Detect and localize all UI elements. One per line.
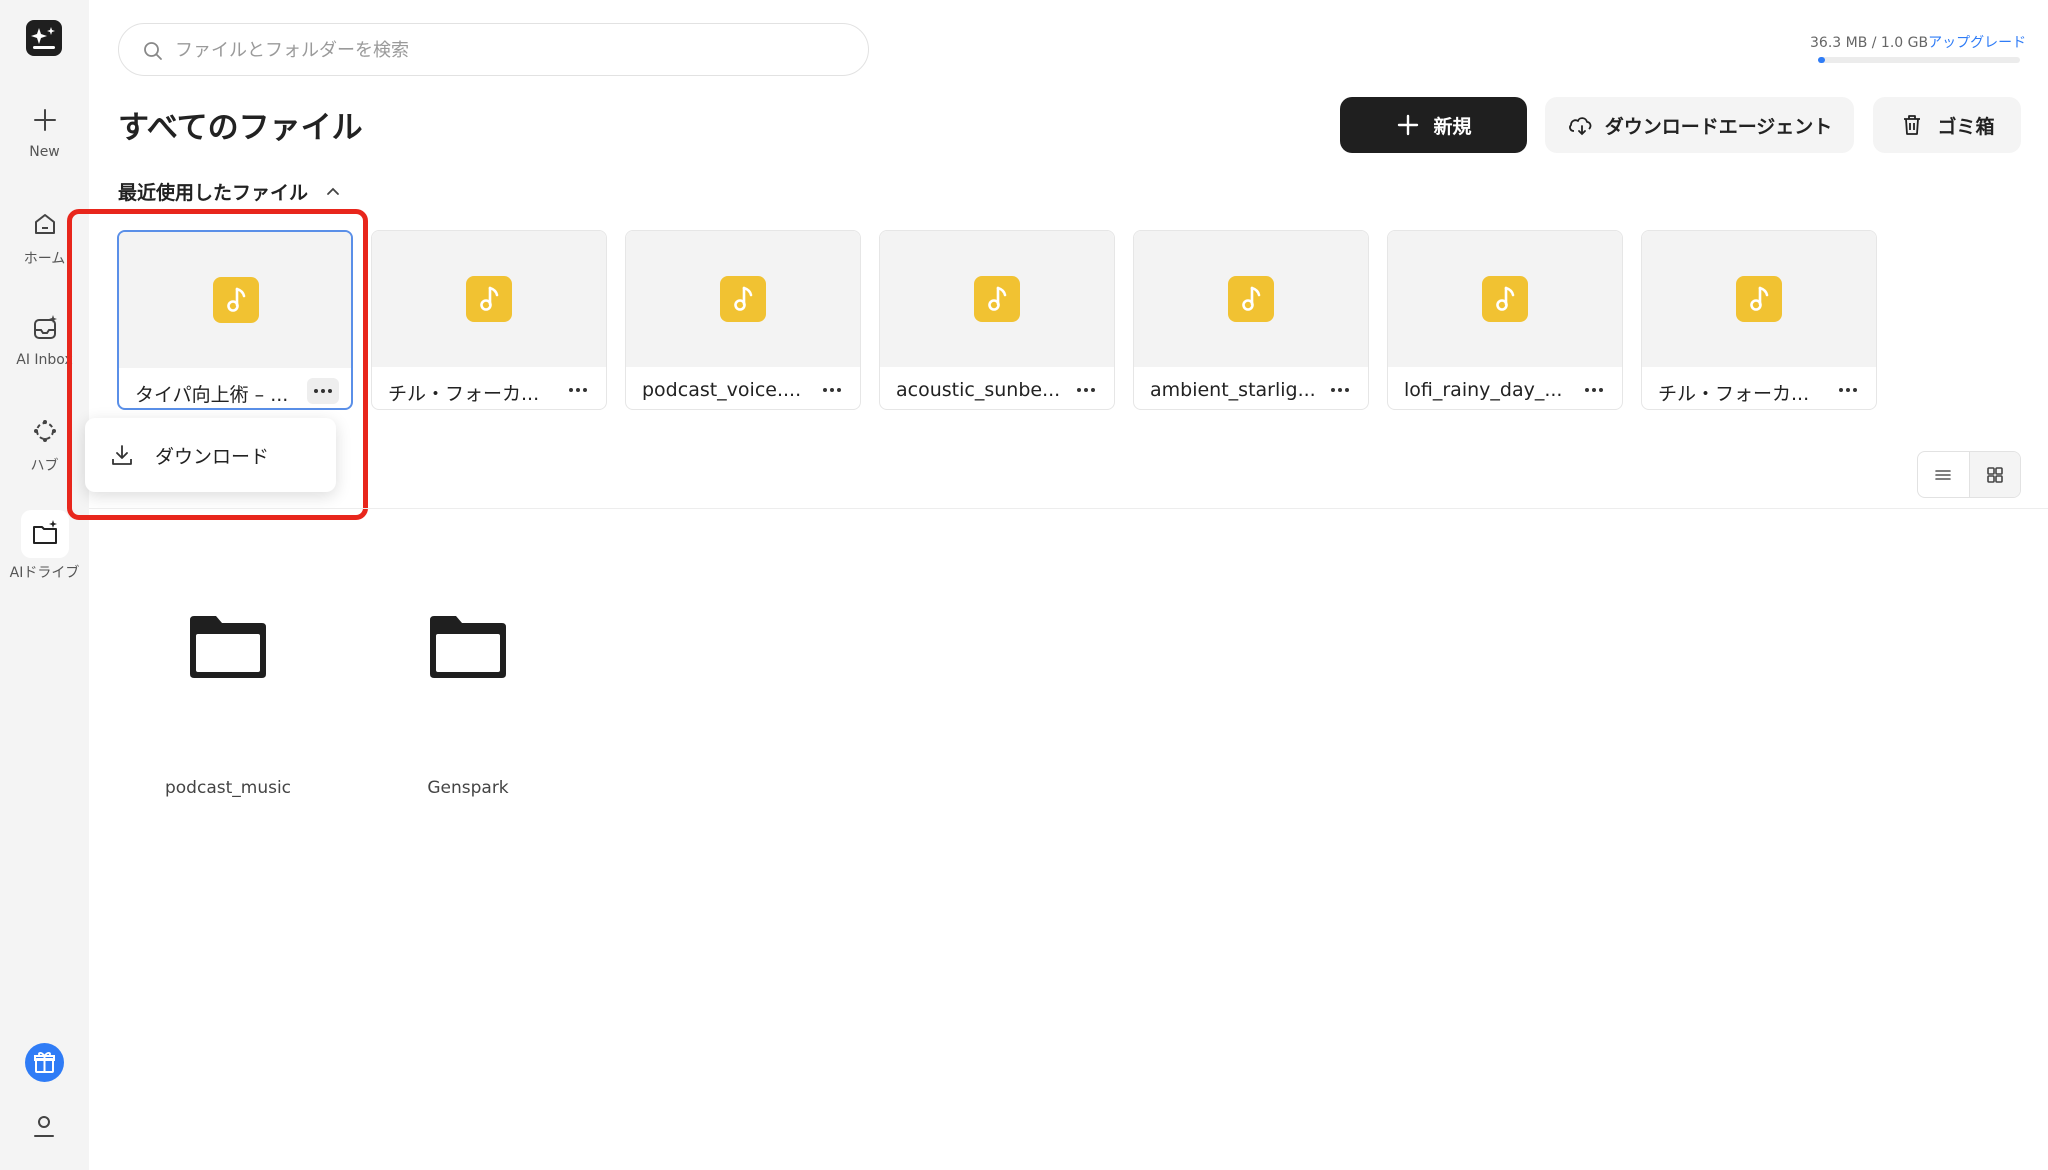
view-toggle [1917, 451, 2021, 498]
download-agent-label: ダウンロードエージェント [1604, 115, 1833, 138]
file-name: タイパ向上術 – ... [135, 384, 289, 406]
recent-file-card[interactable]: ambient_starlig... [1133, 230, 1369, 410]
recent-file-card[interactable]: タイパ向上術 – ... [117, 230, 353, 410]
chevron-up-icon [327, 187, 339, 195]
new-button[interactable]: 新規 [1340, 97, 1527, 153]
cloud-download-icon [1568, 117, 1592, 136]
more-options-button[interactable] [1832, 377, 1864, 403]
more-options-button[interactable] [1324, 377, 1356, 403]
recent-file-card[interactable]: チル・フォーカ... [371, 230, 607, 410]
page-title: すべてのファイル [118, 110, 363, 146]
sidebar-item-label: ハブ [30, 458, 59, 474]
ai-inbox-icon [33, 315, 57, 339]
hub-icon [33, 420, 56, 442]
list-view-icon [1935, 469, 1952, 480]
file-context-menu: ダウンロード [85, 418, 336, 492]
plus-icon [33, 109, 56, 131]
ai-drive-app: New ホーム AI Inbox ハブ AIドライブ ファイルとフォルダーを検索… [0, 0, 2048, 1170]
section-divider [89, 508, 2048, 509]
download-icon [112, 445, 132, 465]
file-thumbnail [1642, 231, 1876, 367]
folder-icon [430, 616, 506, 678]
recent-file-card[interactable]: チル・フォーカ... [1641, 230, 1877, 410]
recent-file-card[interactable]: lofi_rainy_day_... [1387, 230, 1623, 410]
sidebar: New ホーム AI Inbox ハブ AIドライブ [0, 0, 89, 1170]
trash-icon [1904, 115, 1921, 135]
recent-files-header[interactable]: 最近使用したファイル [118, 178, 342, 205]
download-agent-button[interactable]: ダウンロードエージェント [1545, 97, 1854, 153]
audio-file-icon [974, 276, 1020, 322]
file-name: チル・フォーカ... [388, 383, 540, 405]
more-horizontal-icon [314, 389, 332, 393]
trash-button[interactable]: ゴミ箱 [1873, 97, 2021, 153]
file-thumbnail [372, 231, 606, 367]
sidebar-item-label: AIドライブ [9, 565, 80, 581]
file-thumbnail [119, 232, 351, 368]
file-name: ambient_starlig... [1150, 379, 1316, 401]
download-menu-label: ダウンロード [155, 445, 270, 468]
storage-progress-bar [1818, 57, 2020, 63]
list-view-button[interactable] [1918, 452, 1969, 497]
folder-name: podcast_music [164, 778, 292, 798]
more-horizontal-icon [1839, 388, 1857, 392]
file-thumbnail [626, 231, 860, 367]
more-options-button[interactable] [816, 377, 848, 403]
grid-view-button[interactable] [1968, 452, 2020, 497]
file-name: podcast_voice.... [642, 379, 802, 401]
gift-icon[interactable] [25, 1043, 64, 1082]
file-name: acoustic_sunbe... [896, 379, 1061, 401]
recent-file-card[interactable]: acoustic_sunbe... [879, 230, 1115, 410]
more-horizontal-icon [1585, 388, 1603, 392]
sidebar-item-ai-drive[interactable]: AIドライブ [0, 510, 89, 582]
storage-usage: 36.3 MB / 1.0 GBアップグレード [1810, 32, 2026, 72]
sidebar-item-new[interactable]: New [0, 104, 89, 160]
more-horizontal-icon [823, 388, 841, 392]
ai-drive-icon [32, 520, 57, 544]
file-thumbnail [1388, 231, 1622, 367]
audio-file-icon [1228, 276, 1274, 322]
more-horizontal-icon [1331, 388, 1349, 392]
download-menu-item[interactable]: ダウンロード [85, 418, 336, 492]
new-button-label: 新規 [1433, 115, 1472, 138]
more-horizontal-icon [1077, 388, 1095, 392]
plus-icon [1398, 114, 1419, 136]
recent-file-card[interactable]: podcast_voice.... [625, 230, 861, 410]
home-icon [34, 214, 55, 234]
folder-item[interactable]: podcast_music [138, 610, 318, 798]
sidebar-item-label: AI Inbox [16, 352, 73, 368]
trash-label: ゴミ箱 [1937, 115, 1995, 138]
audio-file-icon [720, 276, 766, 322]
folder-name: Genspark [427, 778, 509, 798]
more-options-button[interactable] [1070, 377, 1102, 403]
sidebar-item-label: New [29, 144, 60, 160]
sidebar-item-hub[interactable]: ハブ [0, 415, 89, 475]
recent-files-title: 最近使用したファイル [118, 182, 309, 204]
more-horizontal-icon [569, 388, 587, 392]
audio-file-icon [1482, 276, 1528, 322]
audio-file-icon [466, 276, 512, 322]
storage-progress-fill [1818, 57, 1826, 63]
sidebar-item-ai-inbox[interactable]: AI Inbox [0, 312, 89, 368]
file-thumbnail [880, 231, 1114, 367]
sparkle-logo-icon[interactable] [26, 20, 62, 56]
grid-view-icon [1987, 466, 2003, 483]
file-name: lofi_rainy_day_... [1404, 379, 1563, 401]
sidebar-item-label: ホーム [23, 251, 66, 267]
file-thumbnail [1134, 231, 1368, 367]
search-input[interactable] [175, 34, 835, 66]
sidebar-item-home[interactable]: ホーム [0, 208, 89, 268]
audio-file-icon [1736, 276, 1782, 322]
user-icon[interactable] [28, 1110, 60, 1142]
search-bar[interactable] [118, 23, 869, 76]
search-icon [144, 42, 162, 60]
more-options-button[interactable] [307, 378, 339, 404]
folder-item[interactable]: Genspark [378, 610, 558, 798]
upgrade-link[interactable]: アップグレード [1928, 35, 2026, 51]
file-name: チル・フォーカ... [1658, 383, 1810, 405]
more-options-button[interactable] [1578, 377, 1610, 403]
storage-usage-text: 36.3 MB / 1.0 GB [1810, 35, 1929, 51]
more-options-button[interactable] [562, 377, 594, 403]
audio-file-icon [213, 277, 259, 323]
folder-icon [190, 616, 266, 678]
